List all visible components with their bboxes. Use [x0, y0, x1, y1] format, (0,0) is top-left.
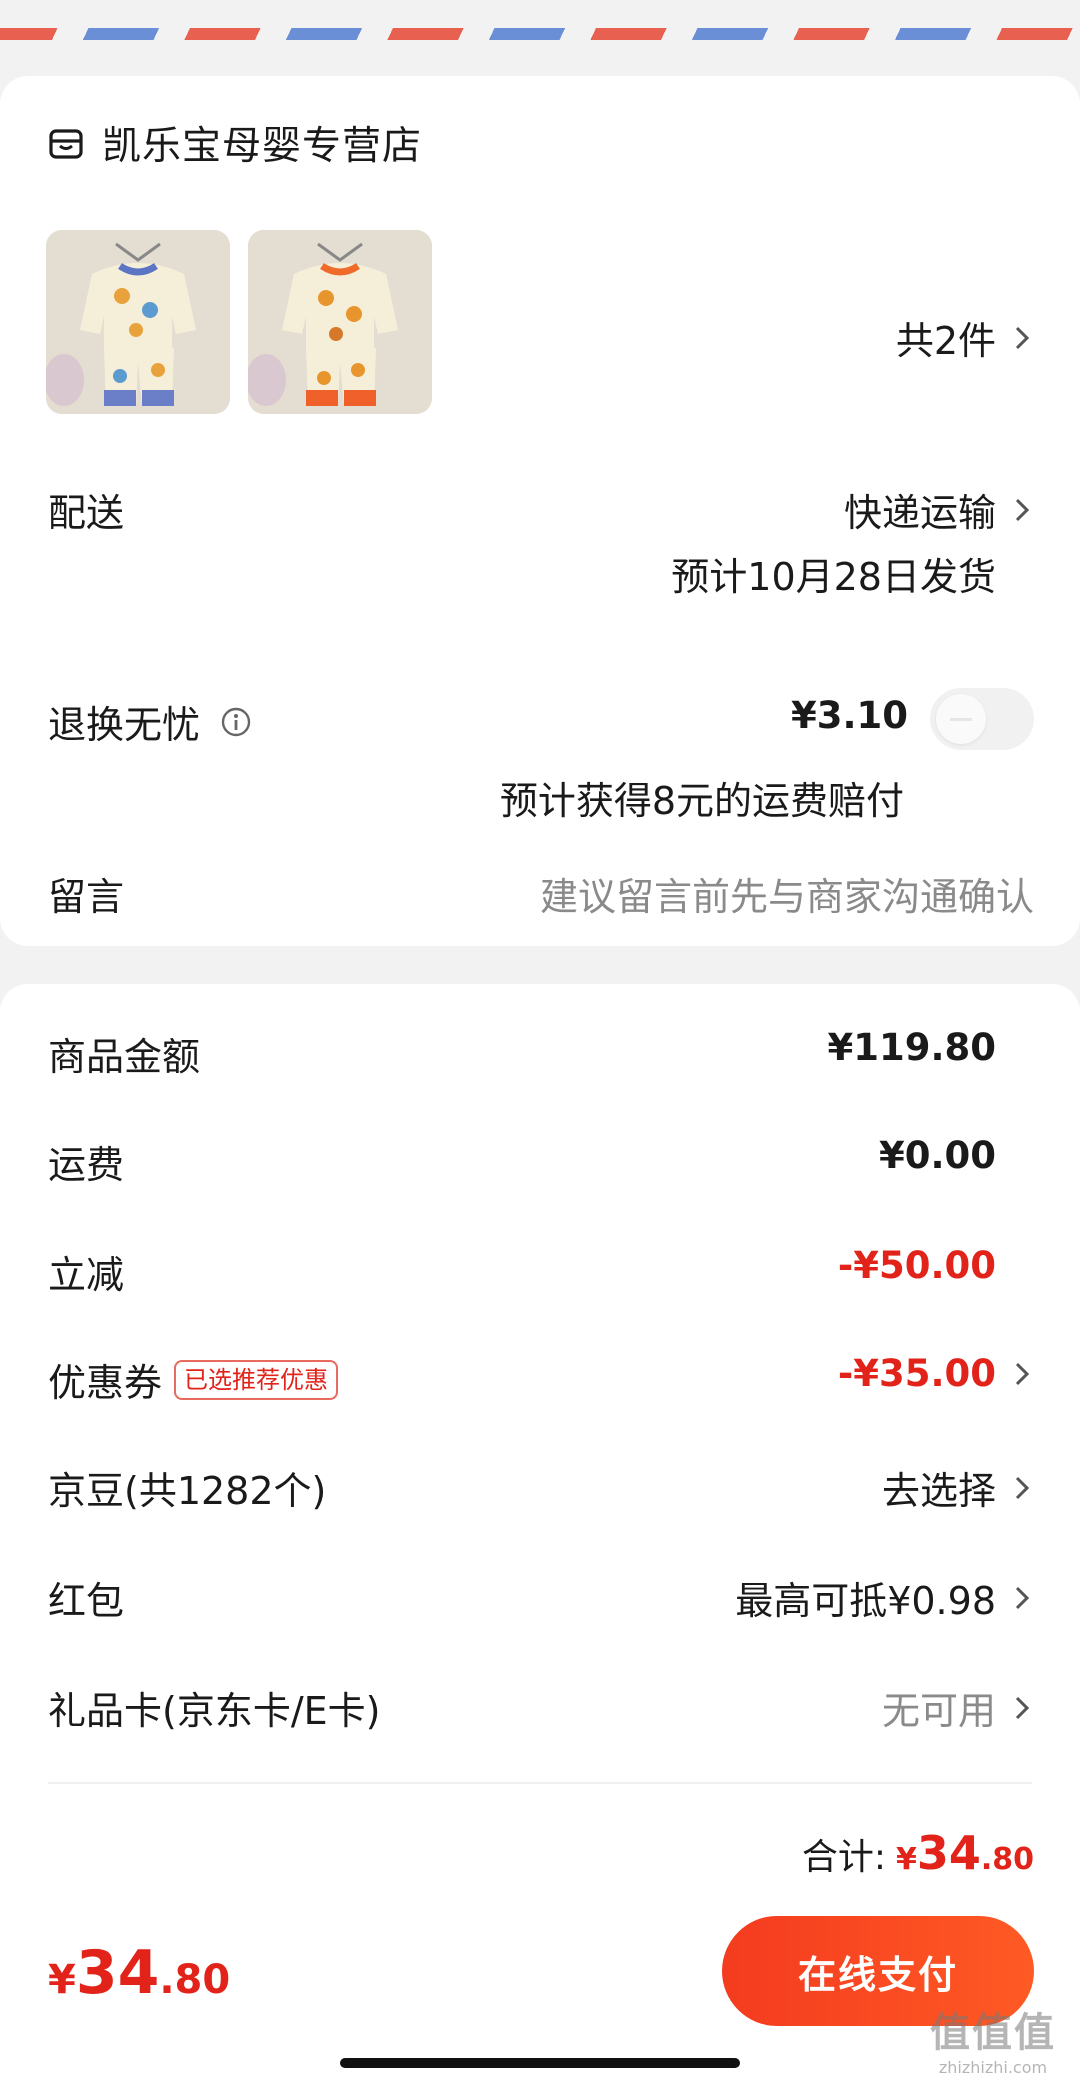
coupon-value: -¥35.00 — [837, 1352, 996, 1395]
delivery-label: 配送 — [48, 491, 125, 535]
product-thumbnail-2[interactable] — [248, 230, 432, 414]
product-image-pajama-blue — [46, 230, 230, 414]
chevron-right-icon — [1015, 1362, 1030, 1385]
pay-decimal: .80 — [159, 1957, 231, 2003]
product-thumbnail-1[interactable] — [46, 230, 230, 414]
return-insurance-row: 退换无忧 — [48, 694, 252, 749]
jd-beans-value: 去选择 — [881, 1469, 996, 1513]
shipping-label: 运费 — [48, 1143, 125, 1187]
watermark-logo: 值值值 zhizhizhi.com — [918, 2000, 1068, 2080]
message-label: 留言 — [48, 875, 125, 919]
coupon-recommended-badge: 已选推荐优惠 — [174, 1359, 339, 1400]
watermark-sub: zhizhizhi.com — [938, 2058, 1048, 2077]
info-icon[interactable] — [220, 706, 252, 738]
store-header[interactable]: 凯乐宝母婴专营店 — [48, 118, 423, 169]
return-insurance-price: ¥3.10 — [790, 694, 908, 737]
items-count-link[interactable]: 共2件 — [896, 310, 1030, 365]
return-insurance-note: 预计获得8元的运费赔付 — [499, 779, 904, 823]
gift-card-link[interactable]: 无可用 — [882, 1680, 1030, 1735]
pay-integer: 34 — [75, 1938, 160, 2008]
product-image-pajama-orange — [248, 230, 432, 414]
items-count: 共2件 — [895, 319, 996, 363]
watermark-main: 值值值 — [930, 2010, 1056, 2056]
gift-card-label: 礼品卡(京东卡/E卡) — [48, 1689, 381, 1733]
chevron-right-icon — [1015, 1696, 1030, 1719]
goods-amount-value: ¥119.80 — [827, 1026, 996, 1069]
return-insurance-label: 退换无忧 — [48, 703, 201, 747]
home-indicator[interactable] — [340, 2058, 740, 2068]
coupon-label: 优惠券 — [48, 1361, 163, 1405]
instant-discount-value: -¥50.00 — [837, 1244, 996, 1287]
store-name: 凯乐宝母婴专营店 — [102, 124, 423, 169]
red-packet-value: 最高可抵¥0.98 — [735, 1579, 996, 1623]
coupon-row: 优惠券 已选推荐优惠 — [48, 1352, 339, 1407]
chevron-right-icon — [1015, 1476, 1030, 1499]
checkout-price: ¥ 34 .80 — [48, 1938, 230, 2008]
delivery-method: 快递运输 — [843, 491, 996, 535]
delivery-estimate: 预计10月28日发货 — [671, 555, 996, 599]
total-decimal: .80 — [980, 1842, 1034, 1877]
red-packet-label: 红包 — [48, 1579, 125, 1623]
instant-discount-label: 立减 — [48, 1253, 125, 1297]
return-insurance-toggle[interactable] — [930, 688, 1034, 750]
gift-card-value: 无可用 — [881, 1689, 996, 1733]
jd-beans-link[interactable]: 去选择 — [882, 1460, 1030, 1515]
total-integer: 34 — [916, 1826, 981, 1880]
toggle-knob — [936, 694, 986, 744]
message-input[interactable]: 建议留言前先与商家沟通确认 — [540, 866, 1034, 921]
total-currency-symbol: ¥ — [895, 1842, 917, 1877]
total-label: 合计: — [801, 1837, 886, 1878]
coupon-link[interactable]: -¥35.00 — [838, 1352, 1030, 1395]
pay-currency-symbol: ¥ — [48, 1957, 76, 2003]
store-icon — [49, 129, 83, 159]
chevron-right-icon — [1015, 1586, 1030, 1609]
summary-divider — [48, 1782, 1032, 1784]
envelope-stripe-decoration — [0, 28, 1080, 40]
red-packet-link[interactable]: 最高可抵¥0.98 — [735, 1570, 1030, 1625]
delivery-method-link[interactable]: 快递运输 — [844, 482, 1030, 537]
goods-amount-label: 商品金额 — [48, 1035, 201, 1079]
jd-beans-label: 京豆(共1282个) — [48, 1469, 327, 1513]
chevron-right-icon — [1015, 326, 1030, 349]
shipping-value: ¥0.00 — [878, 1134, 996, 1177]
order-total: 合计: ¥ 34 .80 — [802, 1826, 1034, 1880]
chevron-right-icon — [1015, 498, 1030, 521]
